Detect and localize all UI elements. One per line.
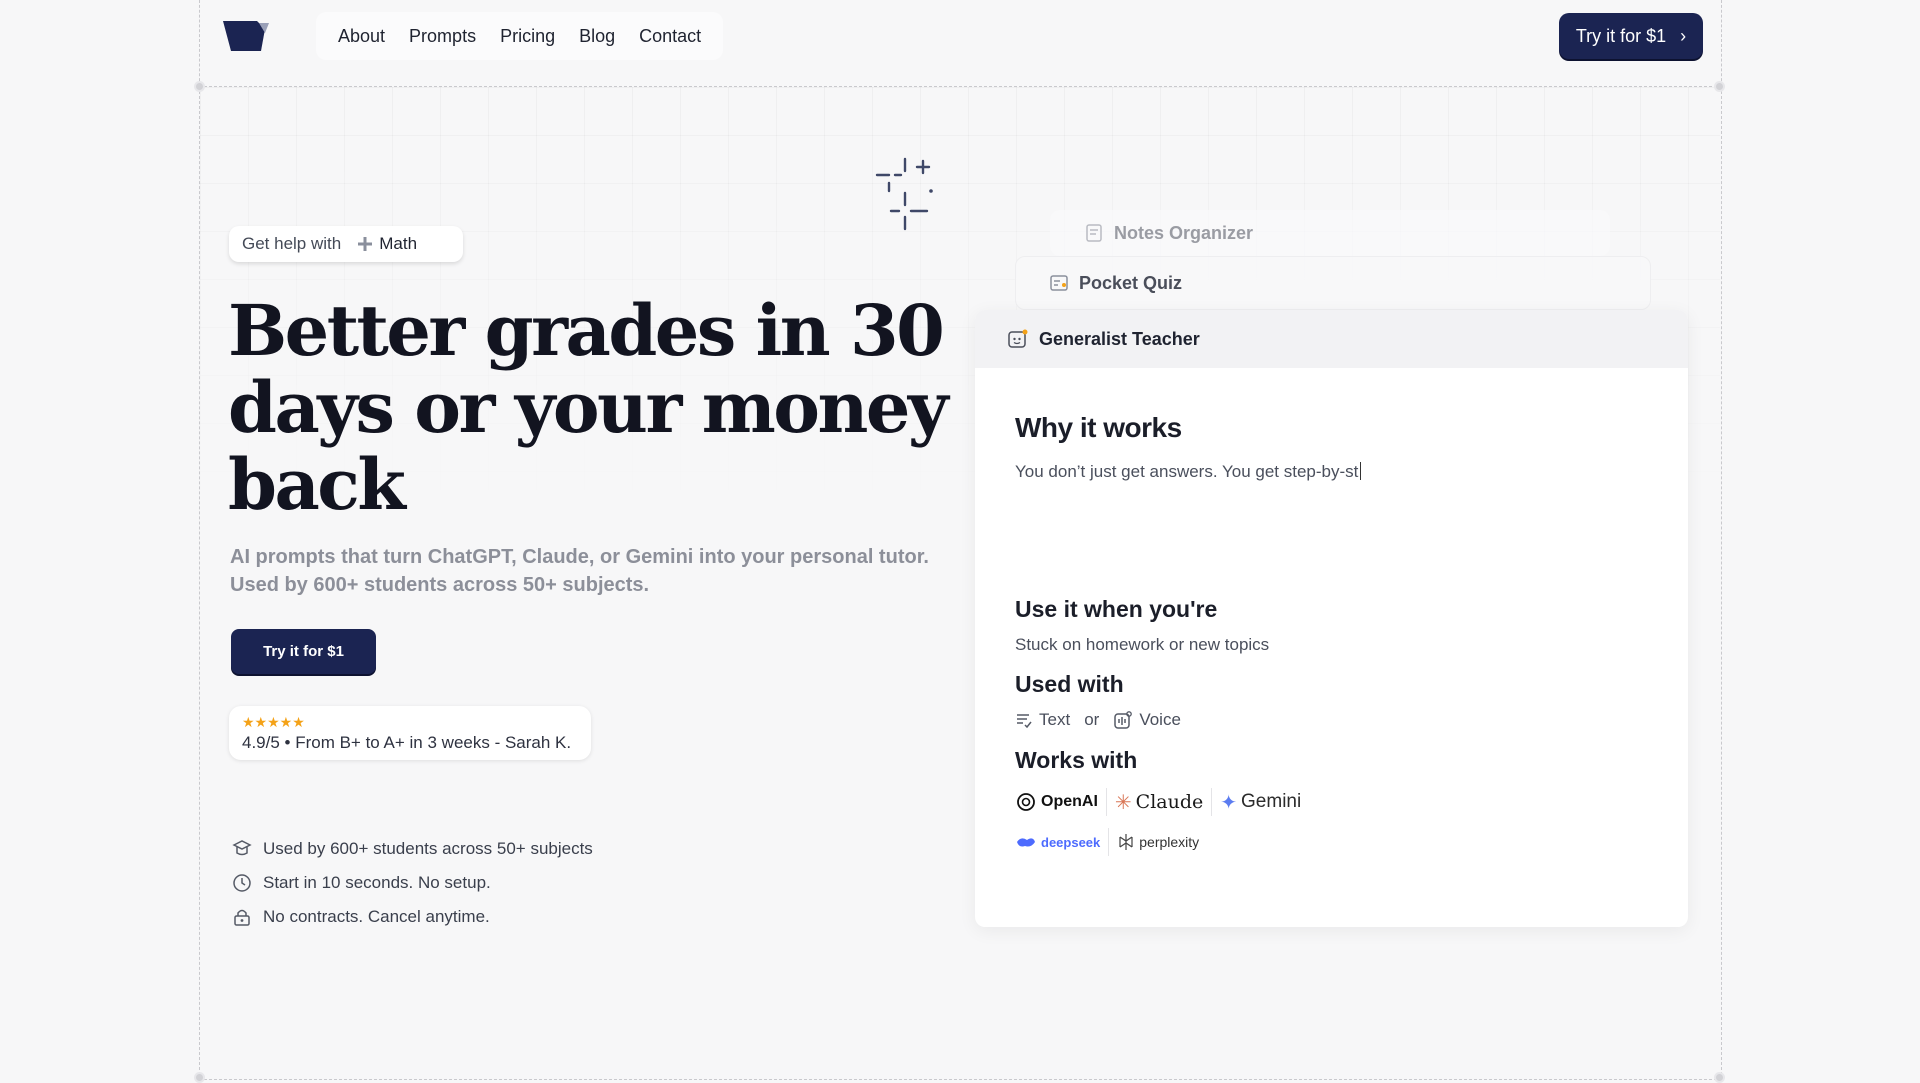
quiz-icon	[1050, 275, 1068, 291]
teacher-icon	[1008, 329, 1028, 348]
try-it-label: Try it for $1	[1575, 25, 1667, 46]
logo[interactable]	[221, 19, 271, 53]
brand-row-1: OpenAI ✳ Claude ✦ Gemini	[1015, 788, 1309, 816]
use-heading: Use it when you're	[1015, 596, 1218, 622]
benefit-text: Used by 600+ students across 50+ subject…	[263, 839, 593, 858]
clock-icon	[231, 872, 253, 894]
use-text: Stuck on homework or new topics	[1015, 635, 1270, 654]
subject-selector[interactable]: Get help with Math	[229, 226, 463, 262]
help-prefix: Get help with	[242, 234, 342, 253]
claude-logo: ✳ Claude	[1107, 788, 1213, 816]
nav-link-blog[interactable]: Blog	[567, 26, 627, 47]
benefit-text: No contracts. Cancel anytime.	[263, 907, 490, 926]
card-title: Generalist Teacher	[1039, 328, 1200, 349]
brand-row-2: deepseek perplexity	[1015, 828, 1207, 856]
chevron-right-icon: ›	[1680, 25, 1687, 46]
frame-corner-dot	[1714, 81, 1725, 92]
lock-icon	[231, 906, 253, 928]
benefit-text: Start in 10 seconds. No setup.	[263, 873, 491, 892]
perplexity-icon	[1119, 834, 1133, 850]
nav-link-contact[interactable]: Contact	[627, 26, 713, 47]
hero-subline: AI prompts that turn ChatGPT, Claude, or…	[230, 546, 929, 596]
sparkle-icon	[875, 157, 933, 231]
hero-headline: Better grades in 30 days or your money b…	[228, 289, 949, 526]
nav-link-prompts[interactable]: Prompts	[397, 26, 488, 47]
deepseek-logo: deepseek	[1015, 828, 1110, 856]
main-nav: About Prompts Pricing Blog Contact	[316, 12, 724, 60]
frame-corner-dot	[194, 1072, 205, 1083]
benefit-item: Used by 600+ students across 50+ subject…	[231, 832, 593, 866]
subject-label: Math	[379, 234, 418, 253]
card-title: Notes Organizer	[1114, 222, 1254, 243]
card-title: Pocket Quiz	[1079, 272, 1183, 293]
rating-stars: ★★★★★	[242, 714, 305, 730]
math-icon	[358, 237, 373, 251]
benefit-item: Start in 10 seconds. No setup.	[231, 866, 593, 900]
why-text: You don’t just get answers. You get step…	[1015, 460, 1395, 484]
openai-icon	[1017, 793, 1035, 811]
try-it-button-header[interactable]: Try it for $1 ›	[1559, 13, 1703, 59]
prompt-card-generalist-teacher[interactable]: Generalist Teacher Why it works You don’…	[975, 310, 1688, 927]
prompt-card-pocket-quiz[interactable]: Pocket Quiz	[1015, 256, 1651, 310]
deepseek-icon	[1017, 838, 1035, 847]
try-it-button-hero[interactable]: Try it for $1	[231, 629, 376, 674]
gemini-logo: ✦ Gemini	[1220, 791, 1302, 814]
openai-logo: OpenAI	[1015, 788, 1107, 816]
card-header: Generalist Teacher	[975, 310, 1688, 368]
mode-text: Text	[1039, 710, 1071, 729]
mode-or: or	[1084, 710, 1100, 729]
used-with-heading: Used with	[1015, 671, 1124, 697]
nav-link-pricing[interactable]: Pricing	[488, 26, 567, 47]
nav-link-about[interactable]: About	[326, 26, 397, 47]
mode-voice: Voice	[1139, 710, 1181, 729]
frame-corner-dot	[194, 81, 205, 92]
voice-icon	[1114, 711, 1133, 729]
frame-corner-dot	[1714, 1072, 1725, 1083]
why-heading: Why it works	[1015, 412, 1182, 443]
notes-icon	[1086, 224, 1102, 242]
mode-list: Text or Voice	[1015, 710, 1181, 730]
review-badge: ★★★★★ 4.9/5 • From B+ to A+ in 3 weeks -…	[229, 706, 591, 760]
subject-chip[interactable]: Math	[357, 234, 417, 254]
perplexity-logo: perplexity	[1109, 828, 1207, 856]
benefit-list: Used by 600+ students across 50+ subject…	[231, 832, 593, 934]
review-text: 4.9/5 • From B+ to A+ in 3 weeks - Sarah…	[242, 733, 572, 752]
prompt-card-notes-organizer[interactable]: Notes Organizer	[1050, 210, 1610, 256]
works-with-heading: Works with	[1015, 747, 1138, 773]
gemini-icon: ✦	[1220, 791, 1238, 814]
graduation-cap-icon	[231, 838, 253, 860]
benefit-item: No contracts. Cancel anytime.	[231, 900, 593, 934]
claude-icon: ✳	[1114, 790, 1132, 814]
text-icon	[1017, 714, 1032, 729]
